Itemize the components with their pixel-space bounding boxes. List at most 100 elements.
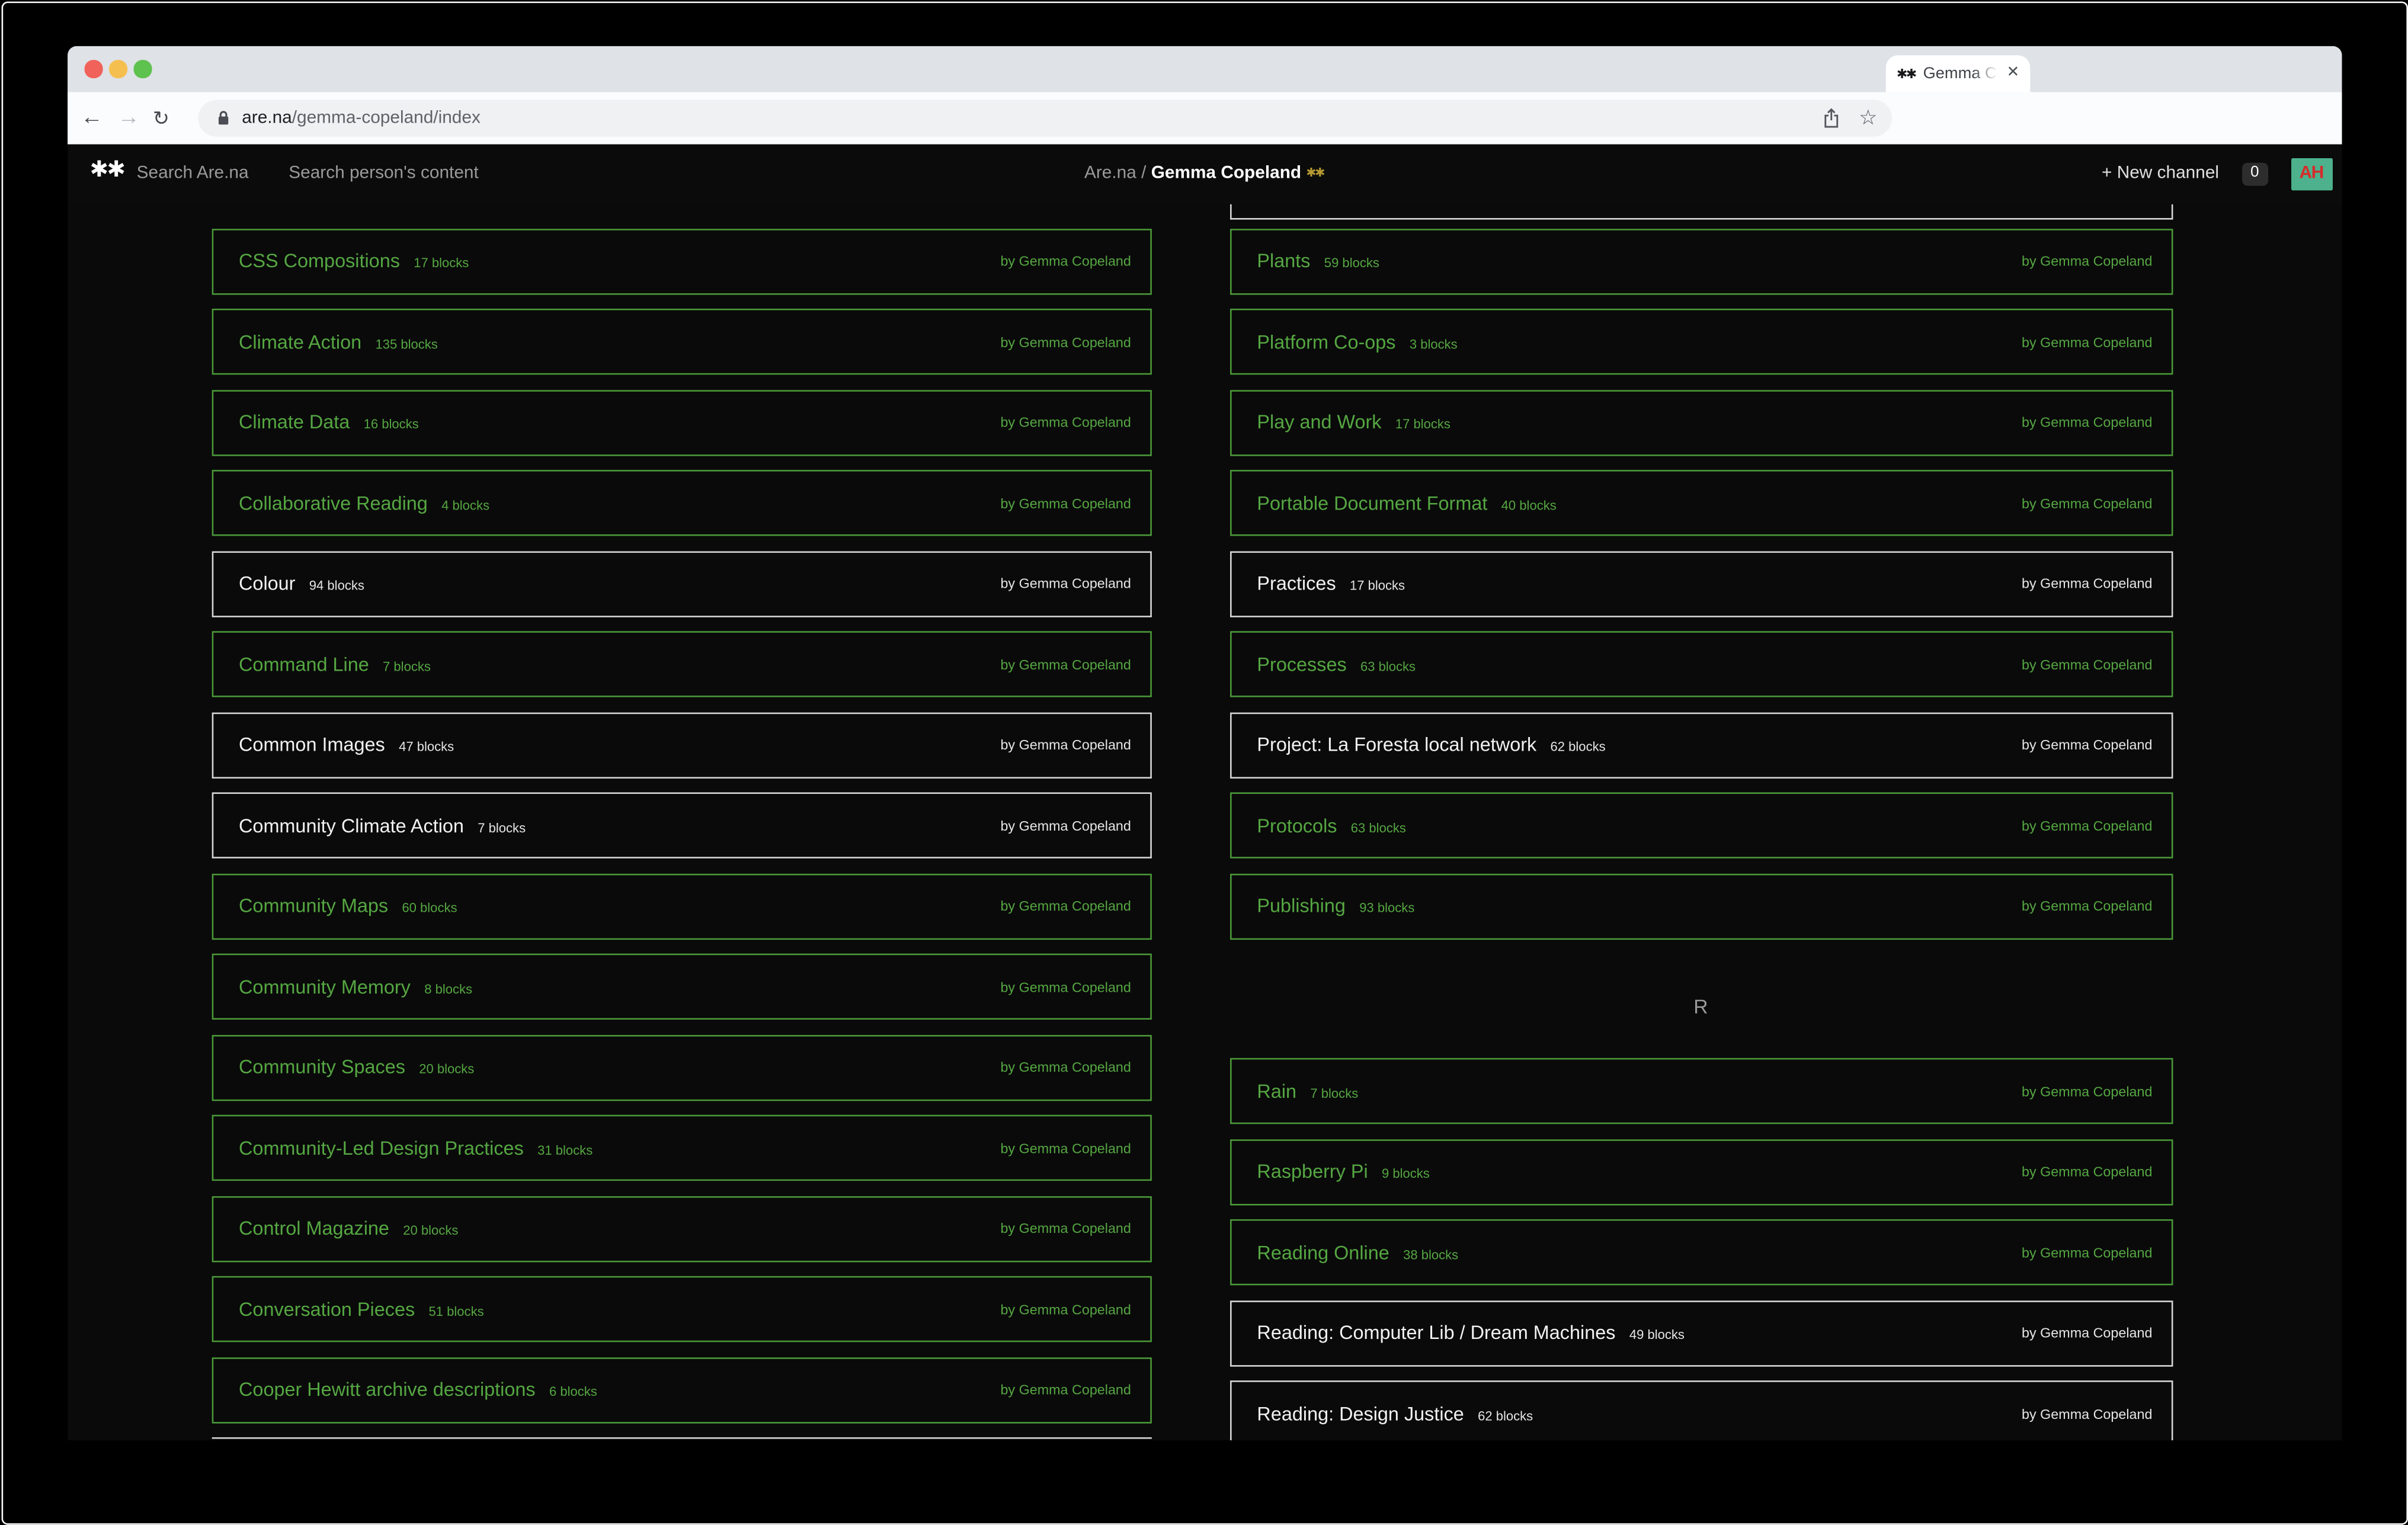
forward-button[interactable]: → [117,107,140,129]
channel-author: by Gemma Copeland [2022,656,2152,672]
channel-card[interactable]: Collaborative Reading 4 blocks by Gemma … [211,470,1151,536]
browser-window: ✱✱ Gemma Co ✕ ← → ↻ are.na/gemma-copelan… [67,45,2342,1440]
channel-card[interactable]: Community-Led Design Practices 31 blocks… [211,1115,1151,1181]
new-channel-button[interactable]: + New channel [2102,165,2219,183]
channel-card[interactable]: Reading: Computer Lib / Dream Machines 4… [1229,1300,2172,1366]
window-zoom-button[interactable] [133,60,151,78]
channel-author: by Gemma Copeland [1000,1140,1131,1155]
channel-column-left: CSS Compositions 17 blocks by Gemma Cope… [211,203,1151,1440]
channel-title: Reading: Computer Lib / Dream Machines [1257,1322,1615,1344]
channel-card-left: Portable Document Format 40 blocks [1257,492,1556,514]
channel-block-count: 7 blocks [1310,1085,1358,1100]
channel-author: by Gemma Copeland [2022,254,2152,269]
window-minimize-button[interactable] [109,60,127,78]
channel-block-count: 59 blocks [1324,255,1379,270]
url-path: /gemma-copeland/index [292,108,481,127]
breadcrumb-separator: / [1136,164,1151,182]
channel-title: Raspberry Pi [1257,1161,1368,1182]
channel-card[interactable]: Rain 7 blocks by Gemma Copeland [1229,1058,2172,1124]
channel-card[interactable]: Protocols 63 blocks by Gemma Copeland [1229,792,2172,858]
channel-card-left: Practices 17 blocks [1257,573,1405,594]
breadcrumb-site-link[interactable]: Are.na [1084,164,1136,182]
channel-title: Common Images [239,734,385,755]
channel-author: by Gemma Copeland [2022,1084,2152,1099]
channel-author: by Gemma Copeland [2022,1245,2152,1260]
window-close-button[interactable] [85,60,103,78]
browser-tab[interactable]: ✱✱ Gemma Co ✕ [1886,55,2031,91]
channel-card-left: Colour 94 blocks [239,573,364,594]
notification-badge[interactable]: 0 [2242,162,2268,185]
arena-favicon-icon: ✱✱ [1897,67,1916,80]
url-domain: are.na [242,108,292,127]
back-button[interactable]: ← [81,107,103,129]
avatar[interactable]: AH [2291,158,2332,190]
channel-card[interactable]: Reading Online 38 blocks by Gemma Copela… [1229,1219,2172,1285]
channel-card-left: Protocols 63 blocks [1257,815,1405,836]
channel-block-count: 3 blocks [1410,335,1458,351]
bookmark-star-icon[interactable]: ☆ [1859,107,1877,128]
share-icon[interactable] [1824,107,1841,129]
channel-card-left: Reading Online 38 blocks [1257,1241,1458,1263]
channel-card-left: Climate Data 16 blocks [239,412,419,433]
tab-close-icon[interactable]: ✕ [2007,66,2020,81]
channel-card[interactable]: Common Images 47 blocks by Gemma Copelan… [211,712,1151,777]
channel-card[interactable]: Colour 94 blocks by Gemma Copeland [211,550,1151,616]
channel-card[interactable]: Community Memory 8 blocks by Gemma Copel… [211,954,1151,1020]
channel-card[interactable]: Publishing 93 blocks by Gemma Copeland [1229,873,2172,938]
channel-card[interactable]: Platform Co-ops 3 blocks by Gemma Copela… [1229,309,2172,374]
channel-title: Colour [239,573,295,594]
channel-title: CSS Compositions [239,250,400,271]
lock-icon [216,109,229,127]
channel-card[interactable]: Processes 63 blocks by Gemma Copeland [1229,631,2172,697]
channel-card[interactable]: Plants 59 blocks by Gemma Copeland [1229,228,2172,294]
channel-card[interactable]: Cooper Hewitt archive descriptions 6 blo… [211,1357,1151,1423]
channel-title: Community-Led Design Practices [239,1137,524,1158]
channel-block-count: 62 blocks [1478,1407,1533,1423]
channel-block-count: 51 blocks [429,1303,484,1318]
channel-title: Reading Online [1257,1241,1389,1263]
channel-card[interactable]: Play and Work 17 blocks by Gemma Copelan… [1229,389,2172,455]
channel-author: by Gemma Copeland [1000,254,1131,269]
channel-card[interactable]: Community Climate Action 7 blocks by Gem… [211,792,1151,858]
channel-author: by Gemma Copeland [1000,737,1131,752]
channel-title: Platform Co-ops [1257,331,1395,353]
channel-title: Community Spaces [239,1056,405,1078]
channel-title: Protocols [1257,815,1337,836]
channel-author: by Gemma Copeland [1000,656,1131,672]
channel-card[interactable]: Project: La Foresta local network 62 blo… [1229,712,2172,777]
breadcrumb-user-link[interactable]: Gemma Copeland [1151,164,1301,182]
search-arena-link[interactable]: Search Are.na [137,164,249,182]
channel-author: by Gemma Copeland [1000,495,1131,511]
channel-author: by Gemma Copeland [1000,1382,1131,1398]
channel-card-left: Community-Led Design Practices 31 blocks [239,1137,593,1158]
reload-button[interactable]: ↻ [153,108,169,128]
partial-channel-card [1229,203,2172,219]
tab-title: Gemma Co [1923,64,1999,82]
search-person-content-link[interactable]: Search person's content [289,164,479,182]
channel-index: CSS Compositions 17 blocks by Gemma Cope… [67,203,2342,1440]
channel-card[interactable]: Climate Action 135 blocks by Gemma Copel… [211,309,1151,374]
channel-card[interactable]: Community Maps 60 blocks by Gemma Copela… [211,873,1151,938]
breadcrumb: Are.na / Gemma Copeland ✱✱ [1084,164,1324,182]
channel-card[interactable]: Climate Data 16 blocks by Gemma Copeland [211,389,1151,455]
channel-title: Play and Work [1257,412,1381,433]
channel-card-left: Collaborative Reading 4 blocks [239,492,489,514]
channel-card[interactable]: CSS Compositions 17 blocks by Gemma Cope… [211,228,1151,294]
channel-card[interactable]: Community Spaces 20 blocks by Gemma Cope… [211,1034,1151,1100]
channel-author: by Gemma Copeland [2022,1325,2152,1341]
browser-toolbar: ← → ↻ are.na/gemma-copeland/index [67,91,2342,144]
channel-title: Rain [1257,1080,1296,1101]
channel-card[interactable]: Command Line 7 blocks by Gemma Copeland [211,631,1151,697]
channel-card[interactable]: Reading: Design Justice 62 blocks by Gem… [1229,1380,2172,1440]
channel-card[interactable]: Raspberry Pi 9 blocks by Gemma Copeland [1229,1139,2172,1204]
arena-logo-icon[interactable]: ✱✱ [90,160,124,182]
channel-block-count: 93 blocks [1359,900,1414,915]
channel-author: by Gemma Copeland [2022,415,2152,430]
channel-card[interactable]: Conversation Pieces 51 blocks by Gemma C… [211,1276,1151,1342]
channel-card[interactable]: Practices 17 blocks by Gemma Copeland [1229,550,2172,616]
channel-card-left: Processes 63 blocks [1257,653,1416,675]
channel-card[interactable]: Control Magazine 20 blocks by Gemma Cope… [211,1196,1151,1261]
address-bar[interactable]: are.na/gemma-copeland/index ☆ [197,100,1891,136]
channel-title: Publishing [1257,895,1346,917]
channel-card[interactable]: Portable Document Format 40 blocks by Ge… [1229,470,2172,536]
